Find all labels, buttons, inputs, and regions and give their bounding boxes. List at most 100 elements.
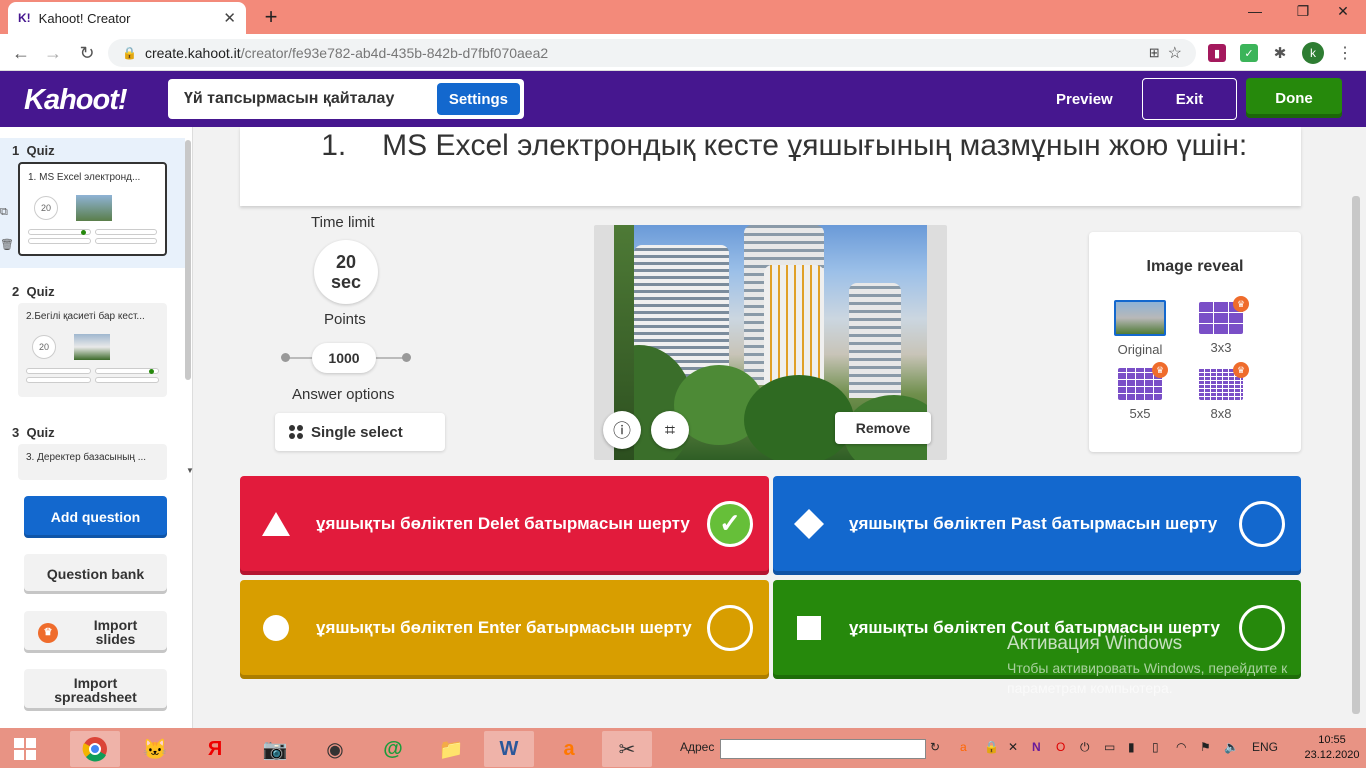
back-icon[interactable]: ← <box>8 40 34 66</box>
tray-language[interactable]: ENG <box>1252 740 1278 754</box>
main-scrollbar[interactable] <box>1352 196 1360 714</box>
kahoot-favicon-icon: K! <box>18 11 31 25</box>
extension-icon[interactable]: ✓ <box>1240 44 1258 62</box>
crown-icon: ♛ <box>1152 362 1168 378</box>
taskbar-address-input[interactable] <box>720 739 926 759</box>
scratch-cat-icon[interactable]: 🐱 <box>130 731 180 767</box>
import-slides-label: Import slides <box>93 617 138 647</box>
kahoot-logo[interactable]: Kahoot! <box>24 84 128 117</box>
points-selector[interactable]: 1000 <box>312 343 376 373</box>
reveal-option-3x3[interactable]: ♛ 3x3 <box>1195 296 1249 355</box>
correct-toggle-circle[interactable] <box>707 604 753 651</box>
exit-button[interactable]: Exit <box>1142 78 1237 120</box>
bookmark-star-icon[interactable]: ☆ <box>1168 43 1182 63</box>
crop-icon[interactable]: ⌗ <box>651 411 689 449</box>
answer-text[interactable]: ұяшықты бөліктеп Past батырмасын шерту <box>849 514 1231 534</box>
url-field[interactable]: 🔒 create.kahoot.it/creator/fe93e782-ab4d… <box>108 39 1196 67</box>
answer-options-select[interactable]: Single select <box>275 413 445 451</box>
question-bank-button[interactable]: Question bank <box>24 554 167 594</box>
settings-button[interactable]: Settings <box>436 83 520 115</box>
reload-icon[interactable]: ↻ <box>74 40 100 66</box>
points-label: Points <box>324 311 366 328</box>
reveal-option-8x8[interactable]: ♛ 8x8 <box>1195 362 1249 421</box>
go-refresh-icon[interactable]: ↻ <box>930 740 940 754</box>
tray-headset-icon[interactable]: ◠ <box>1176 740 1186 754</box>
camera-app-icon[interactable]: 📷 <box>250 731 300 767</box>
slide-thumbnail <box>74 334 110 360</box>
slide-question-text: 3. Деректер базасының ... <box>26 452 147 463</box>
answer-1[interactable]: ұяшықты бөліктеп Delet батырмасын шерту … <box>240 476 769 575</box>
tray-opera-icon[interactable]: O <box>1056 740 1065 754</box>
crown-icon: ♛ <box>38 623 58 643</box>
close-window-button[interactable]: ✕ <box>1320 0 1366 22</box>
forward-icon[interactable]: → <box>40 40 66 66</box>
snipping-tool-icon[interactable]: ✂ <box>602 731 652 767</box>
sidebar-scrollbar[interactable] <box>185 140 191 380</box>
tray-battery-icon[interactable]: ▯ <box>1152 740 1159 754</box>
translate-icon[interactable]: ⊞ <box>1149 45 1160 61</box>
tray-volume-icon[interactable]: 🔈 <box>1224 740 1239 754</box>
correct-check-icon[interactable]: ✓ <box>707 500 753 547</box>
trash-icon[interactable]: 🗑 <box>0 238 14 251</box>
question-title[interactable]: 1. MS Excel электрондық кесте ұяшығының … <box>240 127 1301 206</box>
reveal-option-original[interactable]: Original <box>1114 300 1166 357</box>
menu-dots-icon[interactable]: ⋮ <box>1336 44 1354 62</box>
duplicate-icon[interactable]: ⧉ <box>0 206 8 219</box>
kahoot-title-box[interactable]: Үй тапсырмасын қайталау Settings <box>168 79 524 119</box>
chrome-icon[interactable] <box>70 731 120 767</box>
windows-activation-text: Чтобы активировать Windows, перейдите к … <box>1007 660 1288 696</box>
import-spreadsheet-button[interactable]: Import spreadsheet <box>24 669 167 711</box>
preview-button[interactable]: Preview <box>1040 86 1129 112</box>
answer-options-value: Single select <box>311 423 403 441</box>
minimize-button[interactable]: — <box>1232 0 1278 22</box>
extension-icon[interactable]: ▮ <box>1208 44 1226 62</box>
tray-onenote-icon[interactable]: N <box>1032 740 1041 754</box>
yandex-icon[interactable]: Я <box>190 731 240 767</box>
puzzle-extensions-icon[interactable]: ✱ <box>1271 44 1289 62</box>
slide-card-1[interactable]: 1. MS Excel электронд... 20 <box>18 162 167 256</box>
import-slides-button[interactable]: ♛ Import slides <box>24 611 167 653</box>
tray-monitor-icon[interactable]: ▭ <box>1104 740 1115 754</box>
browser-tab[interactable]: K! Kahoot! Creator ✕ <box>8 2 246 34</box>
question-text: MS Excel электрондық кесте ұяшығының маз… <box>382 129 1248 162</box>
mail-agent-icon[interactable]: @ <box>368 731 418 767</box>
diamond-icon <box>789 504 829 544</box>
screen-capture-icon[interactable]: ◉ <box>310 731 360 767</box>
tray-power-icon[interactable]: ⏻ <box>1080 740 1090 755</box>
start-windows-icon[interactable] <box>0 731 50 767</box>
answer-2[interactable]: ұяшықты бөліктеп Past батырмасын шерту <box>773 476 1301 575</box>
word-icon[interactable]: W <box>484 731 534 767</box>
image-info-icon[interactable]: ⓘ <box>603 411 641 449</box>
slide-card-3[interactable]: 3. Деректер базасының ... <box>18 444 167 480</box>
tray-lock-icon[interactable]: 🔒 <box>984 740 999 754</box>
image-reveal-title: Image reveal <box>1146 258 1244 275</box>
answer-text[interactable]: ұяшықты бөліктеп Enter батырмасын шерту <box>316 618 699 638</box>
answer-3[interactable]: ұяшықты бөліктеп Enter батырмасын шерту <box>240 580 769 679</box>
reveal-option-5x5[interactable]: ♛ 5x5 <box>1114 362 1168 421</box>
done-button[interactable]: Done <box>1246 78 1342 118</box>
profile-avatar[interactable]: k <box>1302 42 1324 64</box>
answer-text[interactable]: ұяшықты бөліктеп Delet батырмасын шерту <box>316 514 699 534</box>
tray-flag-icon[interactable]: ⚑ <box>1200 740 1211 754</box>
correct-toggle-circle[interactable] <box>1239 500 1285 547</box>
correct-toggle-circle[interactable] <box>1239 604 1285 651</box>
tray-clock[interactable]: 10:55 23.12.2020 <box>1302 733 1362 763</box>
tray-signal-icon[interactable]: ▮ <box>1128 740 1135 754</box>
slide-thumbnail <box>76 195 112 221</box>
slide-3-header: 3 Quiz <box>12 425 55 440</box>
tray-avast-icon[interactable]: a <box>960 740 967 754</box>
taskbar-address-label: Адрес <box>680 740 715 754</box>
circle-icon <box>256 608 296 648</box>
slide-card-2[interactable]: 2.Бегілі қасиеті бар кест... 20 <box>18 303 167 397</box>
file-explorer-icon[interactable]: 📁 <box>426 731 476 767</box>
tray-network-off-icon[interactable]: ✕ <box>1008 740 1018 754</box>
avast-icon[interactable]: a <box>544 731 594 767</box>
points-slider-dot[interactable] <box>281 353 290 362</box>
remove-image-button[interactable]: Remove <box>835 412 931 444</box>
new-tab-button[interactable]: + <box>258 4 284 30</box>
scroll-down-icon[interactable]: ▼ <box>186 466 194 475</box>
time-limit-selector[interactable]: 20 sec <box>314 240 378 304</box>
close-tab-icon[interactable]: ✕ <box>223 9 236 27</box>
points-slider-dot[interactable] <box>402 353 411 362</box>
add-question-button[interactable]: Add question <box>24 496 167 538</box>
